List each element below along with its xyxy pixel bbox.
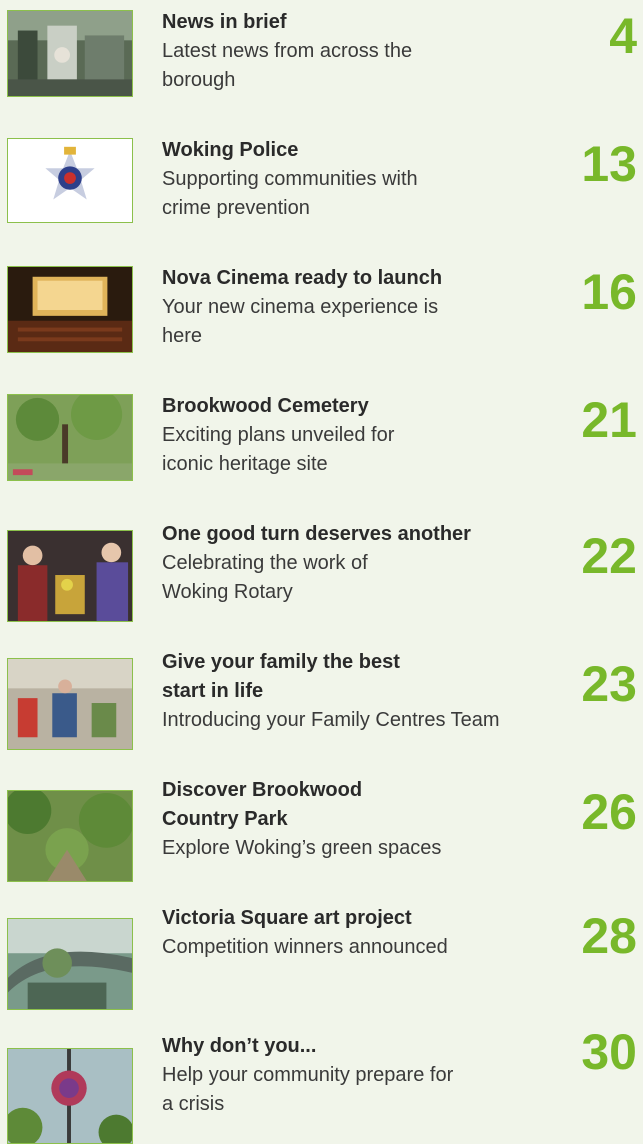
hanging-basket-photo (7, 1048, 133, 1144)
police-badge-image (7, 138, 133, 223)
cinema-photo (7, 266, 133, 353)
contents-entry-family-centres[interactable]: Give your family the best start in life … (0, 640, 643, 760)
contents-entry-victoria-square[interactable]: Victoria Square art project Competition … (0, 896, 643, 1016)
entry-title: Why don’t you... (162, 1035, 317, 1057)
entry-subtitle: Explore Woking’s green spaces (162, 837, 442, 859)
page-number: 23 (581, 656, 637, 712)
art-project-photo (7, 918, 133, 1010)
entry-title: One good turn deserves another (162, 523, 471, 545)
entry-subtitle: Your new cinema experience is here (162, 296, 439, 347)
entry-title: Woking Police (162, 139, 299, 161)
entry-subtitle: Exciting plans unveiled for iconic herit… (162, 424, 395, 475)
entry-subtitle: Latest news from across the borough (162, 40, 413, 91)
page-number: 4 (609, 8, 637, 64)
entry-subtitle: Celebrating the work of Woking Rotary (162, 552, 368, 603)
contents-entry-woking-rotary[interactable]: One good turn deserves another Celebrati… (0, 512, 643, 632)
contents-entry-nova-cinema[interactable]: Nova Cinema ready to launch Your new cin… (0, 256, 643, 376)
entry-subtitle: Help your community prepare for a crisis (162, 1064, 454, 1115)
cemetery-photo (7, 394, 133, 481)
page-number: 21 (581, 392, 637, 448)
page-number: 30 (581, 1024, 637, 1080)
contents-entry-why-dont-you[interactable]: Why don’t you... Help your community pre… (0, 1024, 643, 1144)
entry-subtitle: Supporting communities with crime preven… (162, 168, 418, 219)
contents-entry-brookwood-country-park[interactable]: Discover Brookwood Country Park Explore … (0, 768, 643, 888)
entry-subtitle: Introducing your Family Centres Team (162, 709, 500, 731)
page-number: 13 (581, 136, 637, 192)
entry-title: Give your family the best start in life (162, 651, 400, 702)
page-number: 26 (581, 784, 637, 840)
street-market-photo (7, 10, 133, 97)
contents-entry-brookwood-cemetery[interactable]: Brookwood Cemetery Exciting plans unveil… (0, 384, 643, 504)
page-number: 22 (581, 528, 637, 584)
entry-subtitle: Competition winners announced (162, 936, 448, 958)
rotary-people-photo (7, 530, 133, 622)
contents-entry-woking-police[interactable]: Woking Police Supporting communities wit… (0, 128, 643, 248)
page-number: 28 (581, 908, 637, 964)
entry-title: Brookwood Cemetery (162, 395, 369, 417)
entry-title: News in brief (162, 11, 287, 33)
entry-title: Victoria Square art project (162, 907, 412, 929)
country-park-photo (7, 790, 133, 882)
family-centre-photo (7, 658, 133, 750)
entry-title: Nova Cinema ready to launch (162, 267, 443, 289)
page-number: 16 (581, 264, 637, 320)
entry-title: Discover Brookwood Country Park (162, 779, 363, 830)
contents-entry-news-in-brief[interactable]: News in brief Latest news from across th… (0, 0, 643, 120)
